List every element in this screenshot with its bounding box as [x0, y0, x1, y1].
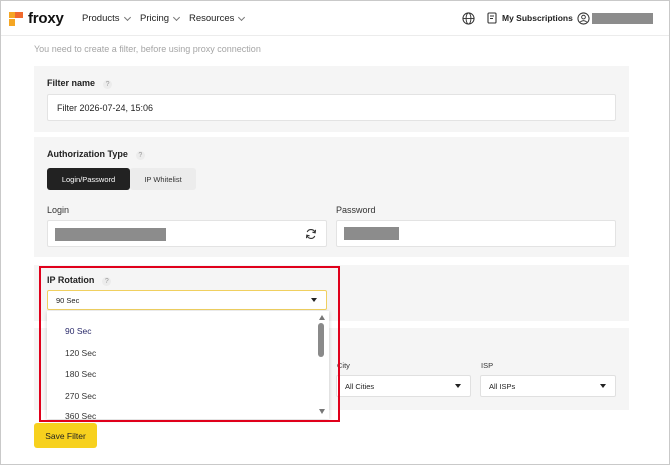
- login-field[interactable]: [47, 220, 327, 247]
- chevron-down-icon: [238, 13, 246, 21]
- filter-name-label: Filter name?: [47, 78, 113, 89]
- isp-select-value: All ISPs: [489, 381, 516, 391]
- city-select-value: All Cities: [345, 381, 375, 391]
- login-value-redacted: [55, 228, 166, 241]
- save-filter-button[interactable]: Save Filter: [34, 423, 97, 448]
- my-subscriptions-label: My Subscriptions: [502, 13, 573, 23]
- nav-pricing-label: Pricing: [140, 13, 170, 24]
- chevron-down-icon: [123, 13, 131, 21]
- globe-icon[interactable]: [462, 12, 475, 25]
- nav-resources-label: Resources: [189, 13, 235, 24]
- logo-mark-icon: [9, 11, 23, 26]
- nav-resources[interactable]: Resources: [189, 13, 246, 24]
- user-name-redacted: [592, 13, 653, 24]
- authorization-type-label: Authorization Type?: [47, 149, 145, 160]
- nav-products[interactable]: Products: [82, 13, 131, 24]
- top-bar: froxy Products Pricing Resources My Subs…: [1, 1, 669, 36]
- my-subscriptions-link[interactable]: My Subscriptions: [487, 12, 573, 24]
- logo-text: froxy: [28, 10, 64, 27]
- password-value-redacted: [344, 227, 399, 240]
- filter-name-label-text: Filter name: [47, 78, 96, 88]
- isp-select[interactable]: All ISPs: [480, 375, 616, 397]
- subscriptions-icon: [487, 12, 497, 24]
- isp-label: ISP: [481, 361, 494, 370]
- filter-required-note: You need to create a filter, before usin…: [34, 44, 261, 54]
- dropdown-arrow-icon: [455, 384, 461, 388]
- logo[interactable]: froxy: [9, 10, 64, 27]
- nav-products-label: Products: [82, 13, 120, 24]
- ip-whitelist-tab[interactable]: IP Whitelist: [130, 168, 196, 190]
- refresh-icon[interactable]: [305, 228, 317, 240]
- help-icon[interactable]: ?: [103, 80, 113, 89]
- authorization-type-label-text: Authorization Type: [47, 149, 128, 159]
- login-password-tab[interactable]: Login/Password: [47, 168, 130, 190]
- filter-name-input[interactable]: Filter 2026-07-24, 15:06: [47, 94, 616, 121]
- highlight-box: [39, 266, 340, 422]
- password-label: Password: [336, 205, 376, 215]
- chevron-down-icon: [173, 13, 181, 21]
- login-label: Login: [47, 205, 70, 215]
- password-field[interactable]: [336, 220, 616, 247]
- city-select[interactable]: All Cities: [336, 375, 471, 397]
- nav-pricing[interactable]: Pricing: [140, 13, 181, 24]
- user-icon[interactable]: [577, 12, 590, 25]
- dropdown-arrow-icon: [600, 384, 606, 388]
- filter-name-value: Filter 2026-07-24, 15:06: [57, 102, 154, 113]
- help-icon[interactable]: ?: [135, 151, 145, 160]
